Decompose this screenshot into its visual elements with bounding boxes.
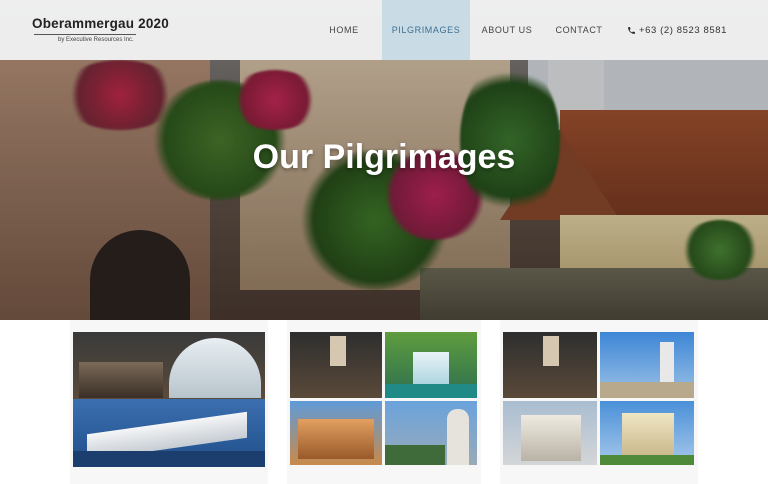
brand-subtitle: by Executive Resources Inc. xyxy=(58,37,134,43)
passion-play-stage-image-2 xyxy=(290,332,382,398)
nav-about-us[interactable]: ABOUT US xyxy=(472,0,542,60)
hero-title: Our Pilgrimages xyxy=(252,138,516,176)
brand-title: Oberammergau 2020 xyxy=(32,16,169,31)
nav-contact[interactable]: CONTACT xyxy=(552,0,606,60)
nav-pilgrimages[interactable]: PILGRIMAGES xyxy=(382,0,470,60)
nav-home[interactable]: HOME xyxy=(318,0,370,60)
main-nav: HOME PILGRIMAGES ABOUT US CONTACT +63 (2… xyxy=(318,0,768,60)
waterfall-lakes-image xyxy=(385,332,477,398)
brand-divider xyxy=(34,34,136,35)
site-logo[interactable]: Oberammergau 2020 by Executive Resources… xyxy=(32,16,169,43)
phone-icon xyxy=(628,26,635,34)
phone-number: +63 (2) 8523 8581 xyxy=(638,24,728,36)
cathedral-facade-image xyxy=(503,401,597,465)
river-cruise-ship-image xyxy=(73,399,265,467)
baroque-basilica-image xyxy=(600,401,694,465)
pilgrimage-cards xyxy=(0,320,768,484)
statue-of-pope-image xyxy=(385,401,477,465)
town-hall-square-image xyxy=(290,401,382,465)
passion-play-stage-image-3 xyxy=(503,332,597,398)
church-twin-spires-image xyxy=(600,332,694,398)
passion-play-stage-image xyxy=(73,332,265,399)
nav-phone[interactable]: +63 (2) 8523 8581 xyxy=(616,0,738,60)
top-navbar: Oberammergau 2020 by Executive Resources… xyxy=(0,0,768,60)
